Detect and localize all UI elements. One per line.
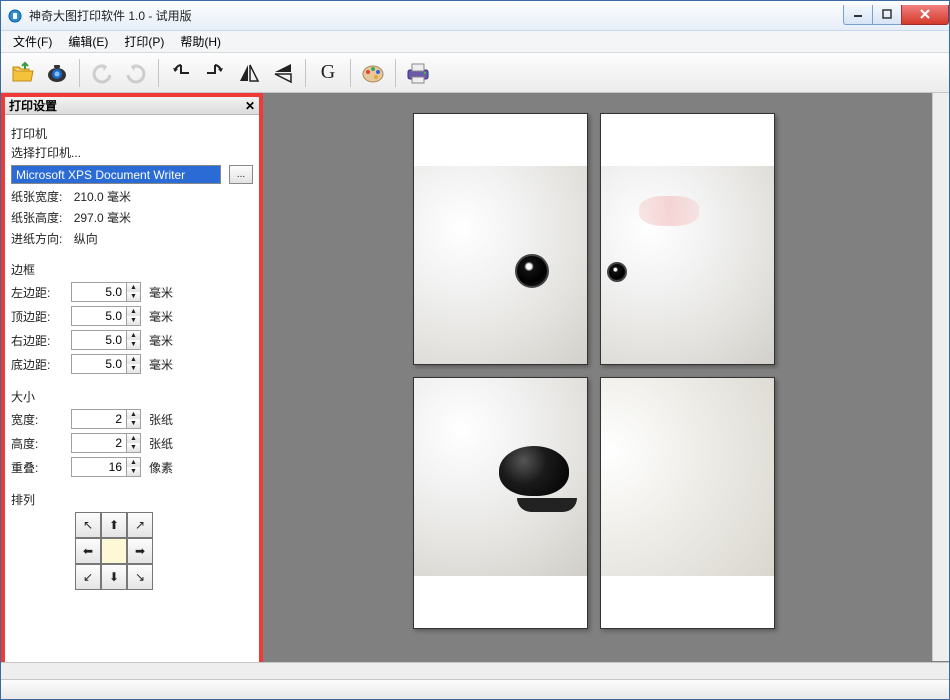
panel-body: 打印机 选择打印机... Microsoft XPS Document Writ…: [5, 115, 259, 675]
page-tile-3: [413, 377, 588, 629]
width-label: 宽度:: [11, 411, 67, 428]
align-top-right[interactable]: ↗: [127, 512, 153, 538]
flip-vertical-button[interactable]: [267, 57, 299, 89]
toolbar-separator: [79, 59, 80, 87]
menu-file[interactable]: 文件(F): [5, 31, 60, 52]
page-tile-1: [413, 113, 588, 365]
paper-height-label: 纸张高度:: [11, 209, 62, 226]
size-heading: 大小: [11, 388, 253, 405]
margin-right-input[interactable]: [71, 330, 127, 350]
align-right[interactable]: ➡: [127, 538, 153, 564]
margin-top-label: 顶边距:: [11, 308, 67, 325]
app-icon: [7, 8, 23, 24]
unit-px: 像素: [149, 459, 173, 476]
paper-width-value: 210.0 毫米: [74, 188, 131, 205]
page-tile-4: [600, 377, 775, 629]
feed-direction-label: 进纸方向:: [11, 230, 62, 247]
align-top[interactable]: ⬆: [101, 512, 127, 538]
titlebar: 神奇大图打印软件 1.0 - 试用版: [1, 1, 949, 31]
margin-bottom-input[interactable]: [71, 354, 127, 374]
align-top-left[interactable]: ↖: [75, 512, 101, 538]
flip-horizontal-button[interactable]: [233, 57, 265, 89]
margin-top-stepper[interactable]: ▲▼: [127, 306, 141, 326]
statusbar: [1, 679, 949, 699]
paper-width-label: 纸张宽度:: [11, 188, 62, 205]
printer-dropdown[interactable]: Microsoft XPS Document Writer: [11, 165, 221, 184]
maximize-button[interactable]: [872, 5, 902, 25]
window-title: 神奇大图打印软件 1.0 - 试用版: [29, 7, 844, 24]
margin-bottom-stepper[interactable]: ▲▼: [127, 354, 141, 374]
page-tile-2: [600, 113, 775, 365]
open-file-button[interactable]: [7, 57, 39, 89]
align-center[interactable]: [101, 538, 127, 564]
menu-print[interactable]: 打印(P): [116, 31, 172, 52]
overlap-stepper[interactable]: ▲▼: [127, 457, 141, 477]
menubar: 文件(F) 编辑(E) 打印(P) 帮助(H): [1, 31, 949, 53]
vertical-scrollbar[interactable]: [932, 93, 949, 661]
rotate-ccw-button[interactable]: [165, 57, 197, 89]
window-controls: [844, 5, 949, 27]
align-left[interactable]: ⬅: [75, 538, 101, 564]
align-bottom-right[interactable]: ↘: [127, 564, 153, 590]
height-label: 高度:: [11, 435, 67, 452]
alignment-grid: ↖ ⬆ ↗ ⬅ ➡ ↙ ⬇ ↘: [75, 512, 253, 590]
overlap-input[interactable]: [71, 457, 127, 477]
paper-height-value: 297.0 毫米: [74, 209, 131, 226]
toolbar: G: [1, 53, 949, 93]
horizontal-scrollbar[interactable]: [1, 662, 949, 679]
app-window: 神奇大图打印软件 1.0 - 试用版 文件(F) 编辑(E) 打印(P) 帮助(…: [0, 0, 950, 700]
margin-top-input[interactable]: [71, 306, 127, 326]
preview-canvas[interactable]: [263, 93, 949, 679]
camera-button[interactable]: [41, 57, 73, 89]
redo-button[interactable]: [120, 57, 152, 89]
printer-heading: 打印机: [11, 125, 253, 142]
menu-edit[interactable]: 编辑(E): [60, 31, 116, 52]
margin-bottom-label: 底边距:: [11, 356, 67, 373]
select-printer-label: 选择打印机...: [11, 144, 253, 161]
undo-button[interactable]: [86, 57, 118, 89]
margin-left-stepper[interactable]: ▲▼: [127, 282, 141, 302]
margin-left-input[interactable]: [71, 282, 127, 302]
color-palette-button[interactable]: [357, 57, 389, 89]
align-bottom[interactable]: ⬇: [101, 564, 127, 590]
border-heading: 边框: [11, 261, 253, 278]
toolbar-separator: [158, 59, 159, 87]
margin-left-label: 左边距:: [11, 284, 67, 301]
close-button[interactable]: [901, 5, 949, 25]
unit-mm: 毫米: [149, 284, 173, 301]
margin-right-stepper[interactable]: ▲▼: [127, 330, 141, 350]
rotate-cw-button[interactable]: [199, 57, 231, 89]
toolbar-separator: [395, 59, 396, 87]
margin-right-label: 右边距:: [11, 332, 67, 349]
toolbar-separator: [350, 59, 351, 87]
height-stepper[interactable]: ▲▼: [127, 433, 141, 453]
client-area: 打印设置 ✕ 打印机 选择打印机... Microsoft XPS Docume…: [1, 93, 949, 679]
page-grid: [413, 113, 775, 629]
menu-help[interactable]: 帮助(H): [172, 31, 229, 52]
printer-browse-button[interactable]: ...: [229, 165, 253, 184]
panel-titlebar: 打印设置 ✕: [5, 97, 259, 115]
print-settings-panel: 打印设置 ✕ 打印机 选择打印机... Microsoft XPS Docume…: [1, 93, 263, 679]
arrange-heading: 排列: [11, 491, 253, 508]
overlap-label: 重叠:: [11, 459, 67, 476]
width-input[interactable]: [71, 409, 127, 429]
panel-close-icon[interactable]: ✕: [245, 99, 255, 113]
width-stepper[interactable]: ▲▼: [127, 409, 141, 429]
align-bottom-left[interactable]: ↙: [75, 564, 101, 590]
feed-direction-value: 纵向: [74, 230, 98, 247]
grayscale-button[interactable]: G: [312, 57, 344, 89]
toolbar-separator: [305, 59, 306, 87]
minimize-button[interactable]: [843, 5, 873, 25]
height-input[interactable]: [71, 433, 127, 453]
panel-title-text: 打印设置: [9, 97, 57, 114]
print-button[interactable]: [402, 57, 434, 89]
unit-sheets: 张纸: [149, 411, 173, 428]
